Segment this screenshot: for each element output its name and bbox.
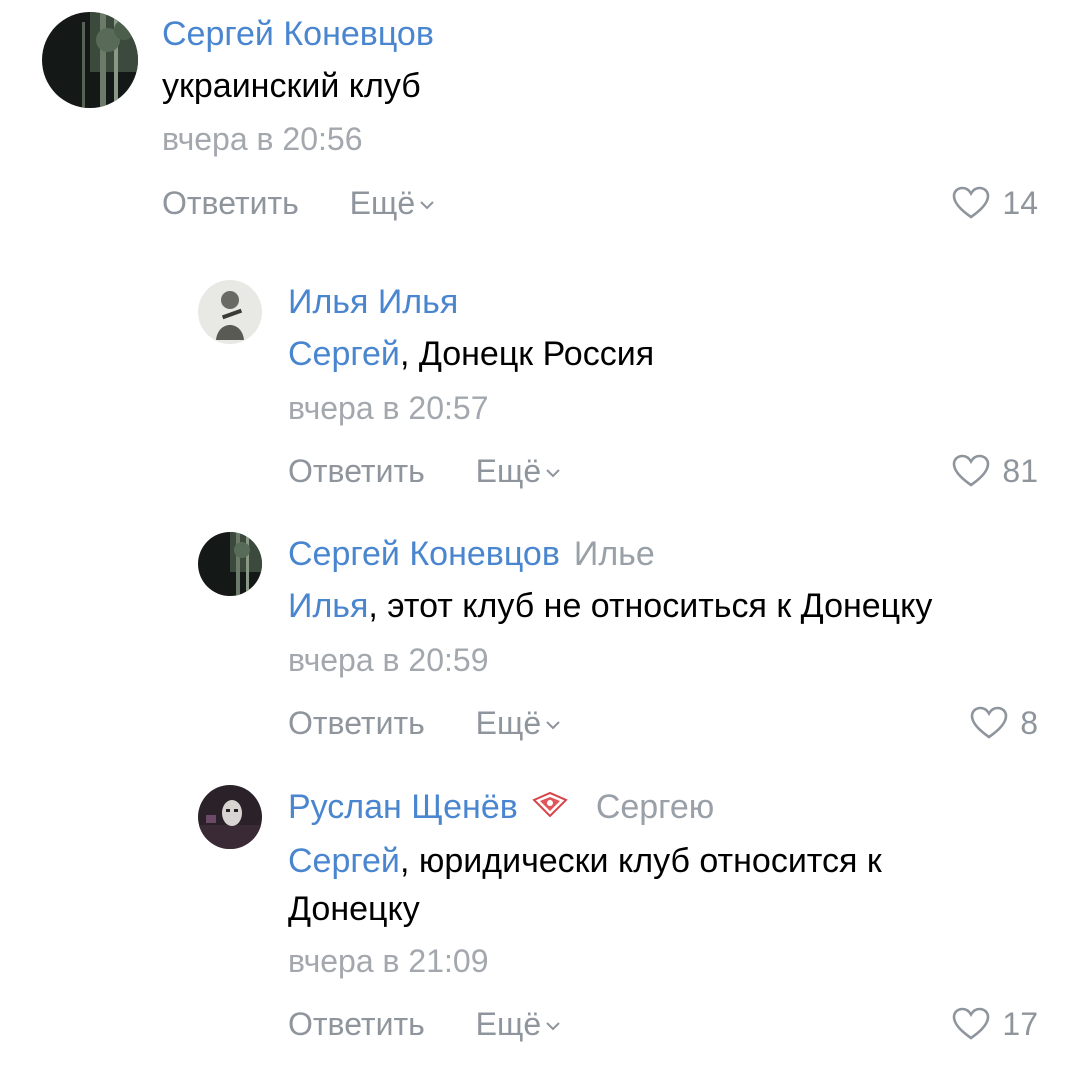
comment-date[interactable]: вчера в 20:59 [288, 640, 488, 680]
like-button[interactable]: 17 [952, 1004, 1038, 1044]
author-line: Руслан Щенёв Сергею [288, 787, 714, 827]
reply-button[interactable]: Ответить [288, 451, 425, 491]
author-name[interactable]: Сергей Коневцов [288, 535, 560, 573]
comment-actions: Ответить Ещё [288, 451, 561, 491]
comment-body: , этот клуб не относиться к Донецку [368, 587, 933, 625]
like-count: 17 [1002, 1006, 1038, 1042]
soldier-avatar-icon [198, 280, 262, 344]
spartak-badge-icon[interactable] [530, 790, 570, 818]
author-line: Сергей Коневцов Илье [288, 534, 655, 574]
heart-icon [970, 706, 1008, 739]
comment-actions: Ответить Ещё [162, 183, 435, 223]
more-label: Ещё [475, 1006, 542, 1042]
comment: Илья Илья Сергей, Донецк Россия вчера в … [0, 270, 1080, 520]
like-button[interactable]: 8 [970, 703, 1038, 743]
more-label: Ещё [349, 185, 416, 221]
comment: Сергей Коневцов Илье Илья, этот клуб не о… [0, 522, 1080, 772]
comment-text: Илья, этот клуб не относиться к Донецку [288, 582, 932, 630]
reply-button[interactable]: Ответить [288, 1004, 425, 1044]
comment-body: украинский клуб [162, 67, 421, 105]
forest-avatar-icon [198, 532, 262, 596]
like-count: 8 [1020, 705, 1038, 741]
comment: Руслан Щенёв Сергею Сергей, юридически к… [0, 775, 1080, 1065]
comment-date[interactable]: вчера в 21:09 [288, 941, 488, 981]
chevron-down-icon [546, 721, 560, 730]
reply-to-label[interactable]: Сергею [596, 788, 714, 826]
heart-icon [953, 186, 990, 219]
forest-avatar-icon [42, 12, 138, 108]
heart-icon [953, 454, 990, 487]
comment: Сергей Коневцов украинский клуб вчера в … [0, 0, 1080, 250]
comment-date[interactable]: вчера в 20:57 [288, 388, 488, 428]
more-button[interactable]: Ещё [350, 183, 435, 223]
author-line: Сергей Коневцов [162, 14, 434, 54]
comment-text: украинский клуб [162, 62, 421, 110]
comment-actions: Ответить Ещё [288, 1004, 561, 1044]
avatar[interactable] [198, 280, 262, 344]
author-line: Илья Илья [288, 282, 458, 322]
chevron-down-icon [420, 201, 434, 210]
reply-button[interactable]: Ответить [288, 703, 425, 743]
masked-person-avatar-icon [198, 785, 262, 849]
like-count: 14 [1002, 185, 1038, 221]
avatar[interactable] [198, 785, 262, 849]
comment-actions: Ответить Ещё [288, 703, 561, 743]
reply-button[interactable]: Ответить [162, 183, 299, 223]
like-button[interactable]: 81 [952, 451, 1038, 491]
mention-link[interactable]: Сергей [288, 335, 400, 373]
like-button[interactable]: 14 [952, 183, 1038, 223]
more-button[interactable]: Ещё [476, 1004, 561, 1044]
author-name[interactable]: Илья Илья [288, 283, 458, 321]
comment-date[interactable]: вчера в 20:56 [162, 119, 362, 159]
more-button[interactable]: Ещё [476, 451, 561, 491]
avatar[interactable] [42, 12, 138, 108]
mention-link[interactable]: Илья [288, 587, 368, 625]
avatar[interactable] [198, 532, 262, 596]
heart-icon [953, 1007, 990, 1040]
mention-link[interactable]: Сергей [288, 842, 400, 880]
more-button[interactable]: Ещё [476, 703, 561, 743]
comment-text: Сергей, юридически клуб относится к Доне… [288, 837, 1008, 933]
more-label: Ещё [475, 705, 542, 741]
more-label: Ещё [475, 453, 542, 489]
chevron-down-icon [546, 469, 560, 478]
comment-text: Сергей, Донецк Россия [288, 330, 654, 378]
chevron-down-icon [546, 1022, 560, 1031]
like-count: 81 [1002, 453, 1038, 489]
author-name[interactable]: Сергей Коневцов [162, 15, 434, 53]
reply-to-label[interactable]: Илье [574, 535, 655, 573]
author-name[interactable]: Руслан Щенёв [288, 788, 518, 826]
comment-body: , Донецк Россия [399, 335, 655, 373]
